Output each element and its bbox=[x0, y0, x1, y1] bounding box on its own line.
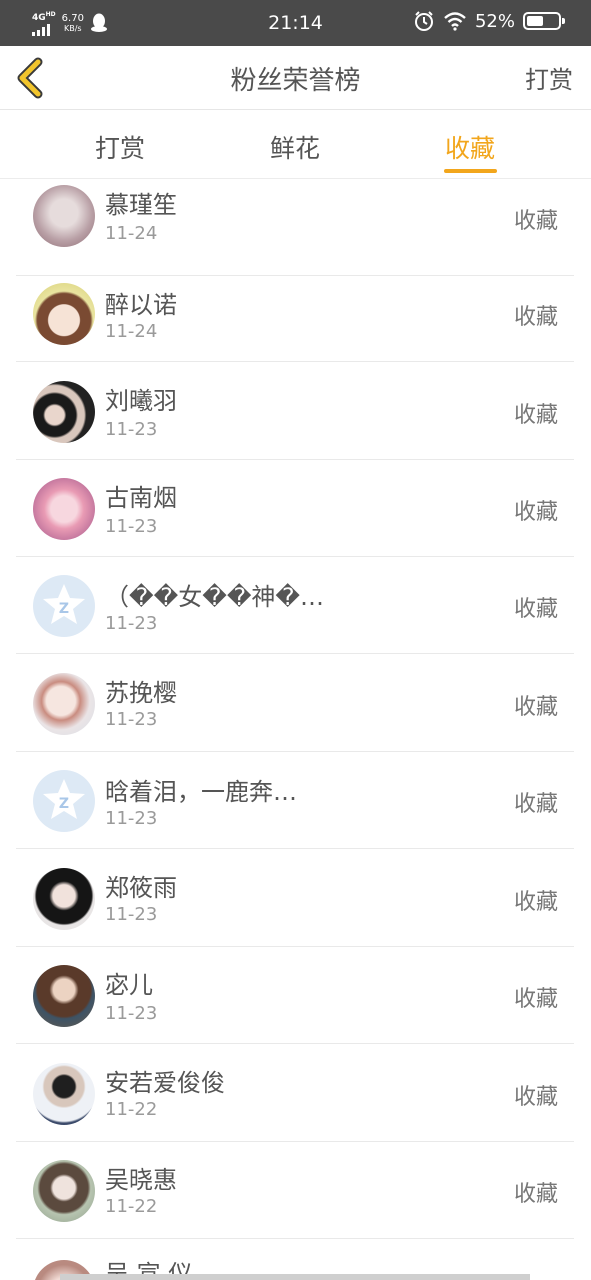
svg-text:Z: Z bbox=[59, 601, 69, 617]
list-item[interactable]: 宓儿 11-23 收藏 bbox=[16, 947, 574, 1044]
list-item[interactable]: 吴晓惠 11-22 收藏 bbox=[16, 1142, 574, 1239]
wifi-icon bbox=[444, 12, 466, 31]
fan-action: 收藏 bbox=[513, 209, 558, 234]
fan-name: 宓儿 bbox=[105, 971, 153, 999]
list-item[interactable]: 古南烟 11-23 收藏 bbox=[16, 460, 574, 557]
fan-date: 11-22 bbox=[105, 1099, 158, 1120]
list-item[interactable]: 慕瑾笙 11-24 收藏 bbox=[16, 179, 574, 276]
fan-date: 11-23 bbox=[105, 613, 158, 634]
fan-date: 11-23 bbox=[105, 1003, 158, 1024]
battery-icon bbox=[523, 12, 565, 30]
fan-action: 收藏 bbox=[513, 500, 558, 525]
default-qq-icon: Z bbox=[43, 584, 85, 624]
avatar bbox=[33, 478, 95, 540]
tab-flowers[interactable]: 鲜花 bbox=[270, 129, 320, 165]
list-item[interactable]: Z （��女��神�… 11-23 收藏 bbox=[16, 557, 574, 654]
list-item[interactable]: 醉以诺 11-24 收藏 bbox=[16, 265, 574, 362]
fan-name: 慕瑾笙 bbox=[105, 191, 177, 219]
avatar bbox=[33, 965, 95, 1027]
avatar bbox=[33, 283, 95, 345]
svg-text:Z: Z bbox=[59, 796, 69, 812]
page-title: 粉丝荣誉榜 bbox=[230, 66, 361, 96]
fan-list: 慕瑾笙 11-24 收藏 醉以诺 11-24 收藏 刘曦羽 11-23 收藏 古… bbox=[0, 179, 591, 1280]
status-bar: 4GHD 6.70 KB/s 21:14 52% bbox=[0, 0, 591, 46]
list-item[interactable]: 安若爱俊俊 11-22 收藏 bbox=[16, 1045, 574, 1142]
fan-date: 11-24 bbox=[105, 223, 158, 244]
fan-action: 收藏 bbox=[513, 695, 558, 720]
alarm-icon bbox=[414, 11, 433, 31]
fan-action: 收藏 bbox=[513, 792, 558, 817]
fan-action: 收藏 bbox=[513, 403, 558, 428]
fan-date: 11-23 bbox=[105, 419, 158, 440]
avatar bbox=[33, 1063, 95, 1125]
fan-name: 吴晓惠 bbox=[105, 1166, 177, 1194]
fan-action: 收藏 bbox=[513, 305, 558, 330]
top-nav-bar: 粉丝荣誉榜 打赏 bbox=[0, 46, 591, 110]
fan-date: 11-22 bbox=[105, 1196, 158, 1217]
list-item[interactable]: 刘曦羽 11-23 收藏 bbox=[16, 363, 574, 460]
fan-action: 收藏 bbox=[513, 987, 558, 1012]
fan-name: 安若爱俊俊 bbox=[105, 1069, 225, 1097]
tab-reward[interactable]: 打赏 bbox=[95, 129, 145, 165]
fan-action: 收藏 bbox=[513, 597, 558, 622]
avatar bbox=[33, 673, 95, 735]
fan-date: 11-23 bbox=[105, 904, 158, 925]
default-qq-icon: Z bbox=[43, 779, 85, 819]
fan-name: 郑筱雨 bbox=[105, 874, 177, 902]
avatar bbox=[33, 868, 95, 930]
list-item[interactable]: 苏挽樱 11-23 收藏 bbox=[16, 655, 574, 752]
battery-percent: 52% bbox=[474, 10, 515, 32]
active-tab-indicator bbox=[444, 169, 497, 173]
list-item[interactable]: 郑筱雨 11-23 收藏 bbox=[16, 850, 574, 947]
fan-name: （��女��神�… bbox=[105, 583, 325, 611]
scroll-hint-bar bbox=[60, 1274, 530, 1280]
reward-button[interactable]: 打赏 bbox=[525, 60, 573, 95]
fan-name: 晗着泪，一鹿奔… bbox=[105, 778, 297, 806]
avatar bbox=[33, 381, 95, 443]
fan-name: 醉以诺 bbox=[105, 291, 177, 319]
fan-action: 收藏 bbox=[513, 1182, 558, 1207]
fan-date: 11-23 bbox=[105, 709, 158, 730]
avatar bbox=[33, 1160, 95, 1222]
fan-name: 苏挽樱 bbox=[105, 679, 177, 707]
tab-favorites[interactable]: 收藏 bbox=[445, 129, 495, 165]
fan-name: 古南烟 bbox=[105, 484, 177, 512]
tab-bar: 打赏 鲜花 收藏 bbox=[0, 111, 591, 179]
avatar bbox=[33, 185, 95, 247]
fan-date: 11-23 bbox=[105, 808, 158, 829]
avatar: Z bbox=[33, 770, 95, 832]
fan-action: 收藏 bbox=[513, 890, 558, 915]
fan-date: 11-24 bbox=[105, 321, 158, 342]
fan-name: 刘曦羽 bbox=[105, 387, 177, 415]
fan-date: 11-23 bbox=[105, 516, 158, 537]
avatar: Z bbox=[33, 575, 95, 637]
status-right: 52% bbox=[413, 10, 565, 32]
list-item[interactable]: Z 晗着泪，一鹿奔… 11-23 收藏 bbox=[16, 752, 574, 849]
fan-action: 收藏 bbox=[513, 1085, 558, 1110]
